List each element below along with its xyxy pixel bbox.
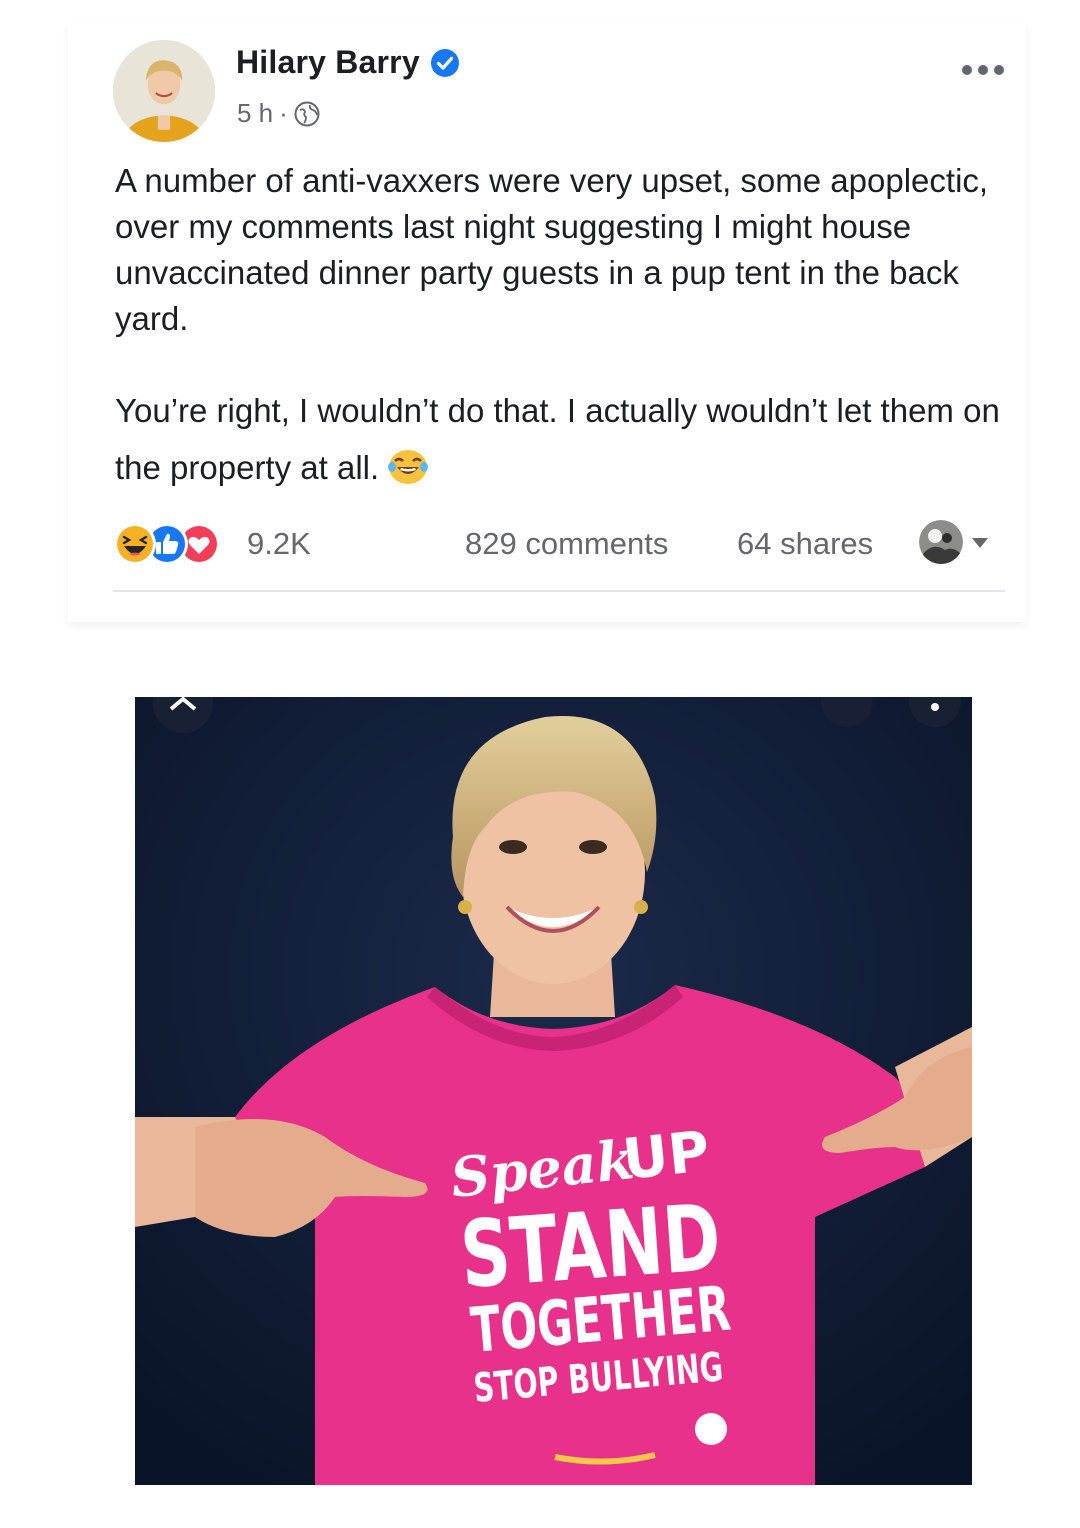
comments-count[interactable]: 829 comments <box>465 526 668 562</box>
author-row: Hilary Barry <box>236 44 460 81</box>
post-photo[interactable]: Speak UP STAND TOGETHER STOP BULLYING <box>135 697 972 1485</box>
audience-dropdown-icon[interactable] <box>971 536 989 548</box>
post-stats: 9.2K 829 comments 64 shares <box>113 520 1003 568</box>
laughing-tears-emoji-icon <box>387 445 429 487</box>
verified-badge-icon <box>430 48 460 78</box>
post-paragraph-2-text: You’re right, I wouldn’t do that. I actu… <box>115 392 1000 486</box>
post-divider <box>113 590 1005 592</box>
meta-separator: · <box>279 98 288 128</box>
author-name[interactable]: Hilary Barry <box>236 44 420 81</box>
more-options-icon[interactable] <box>960 62 1006 78</box>
author-avatar-image <box>113 40 215 142</box>
post-timestamp[interactable]: 5 h <box>237 98 273 129</box>
reaction-icons[interactable] <box>113 522 243 566</box>
shares-count[interactable]: 64 shares <box>737 526 873 562</box>
globe-icon <box>294 101 320 127</box>
post-paragraph-1: A number of anti-vaxxers were very upset… <box>115 162 989 337</box>
author-avatar[interactable] <box>113 40 215 142</box>
post-meta: 5 h · <box>237 98 320 129</box>
reactions-count[interactable]: 9.2K <box>247 526 311 562</box>
viewer-avatar[interactable] <box>919 520 963 564</box>
shirt-text-line-1b: UP <box>620 1119 713 1193</box>
post-body: A number of anti-vaxxers were very upset… <box>115 158 1015 496</box>
post-paragraph-2: You’re right, I wouldn’t do that. I actu… <box>115 382 1015 496</box>
post-photo-image: Speak UP STAND TOGETHER STOP BULLYING <box>135 697 972 1485</box>
haha-reaction-icon <box>114 523 156 565</box>
